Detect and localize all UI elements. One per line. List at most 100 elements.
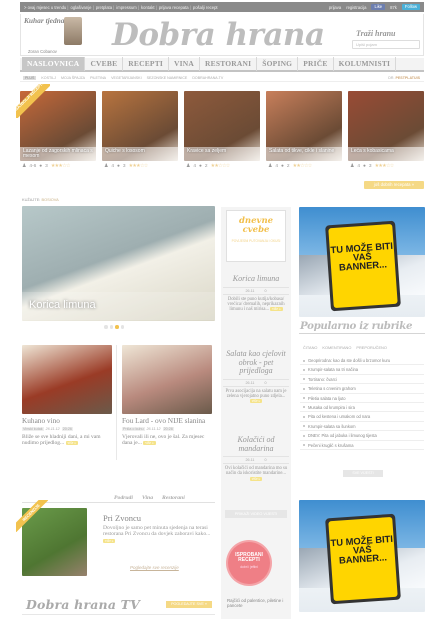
list-item[interactable]: Krumpir-salata na tri načina [300, 365, 424, 375]
like-button[interactable]: Like [371, 4, 386, 10]
recipe-title[interactable]: Salata od tikve, cikle i slanine [266, 147, 342, 161]
tv-section-title[interactable]: Dobra hrana TV [26, 597, 140, 612]
article-title[interactable]: Kuhano vino [22, 417, 112, 425]
article-excerpt-text: Bliže se sve hladniji dani, a mi vam nud… [22, 433, 101, 446]
recipe-card[interactable]: Leća s kobasicama ♟ 4 ● 3 ★★★☆☆ [348, 91, 424, 175]
review-title[interactable]: Pri Zvoncu [103, 513, 141, 523]
top-link[interactable]: prijava recepata [159, 5, 191, 10]
list-item[interactable]: DNEV: Pita od jabuka i limunog tijesta [300, 431, 424, 441]
more-link[interactable]: više » [65, 440, 79, 445]
tab-komentirano[interactable]: KOMENTIRANO [322, 345, 351, 350]
daily-cvebe-widget[interactable]: dnevne cvebe POVIJESNI PUTOVANJA I OKUSI [226, 210, 286, 262]
nav-item-vina[interactable]: VINA [169, 57, 200, 71]
slider-caption[interactable]: Korica limuna [22, 292, 215, 320]
all-reviews-link[interactable]: Pogledajte sve recenzije [130, 565, 179, 570]
nav-item-cvebe[interactable]: CVEBE [85, 57, 124, 71]
more-link[interactable]: više » [249, 399, 263, 404]
slider-dot[interactable] [104, 325, 108, 329]
article-tag[interactable]: Vinski kutak [22, 426, 44, 431]
recipe-card[interactable]: Kravice sa zeljem ♟ 4 ● 2 ★★☆☆☆ [184, 91, 260, 175]
more-link[interactable]: više » [270, 307, 283, 312]
breadcrumb-value[interactable]: BOSIOVA [41, 197, 58, 202]
subnav-item[interactable]: MOJA ŠPAJZA [61, 76, 85, 80]
more-recipes-button[interactable]: još dobrih recepata » [364, 181, 424, 189]
more-link[interactable]: više » [143, 440, 156, 445]
review-text: Dovoljno je samo pet minuta sjedenja na … [103, 525, 213, 544]
tested-recipes-badge[interactable]: ISPROBANI RECEPTI [228, 542, 270, 584]
register-link[interactable]: registracija [346, 5, 366, 10]
login-link[interactable]: prijava [329, 5, 341, 10]
list-item[interactable]: Pita od kestena i umakom od nara [300, 412, 424, 422]
ad-banner[interactable]: TU MOŽE BITI VAŠ BANNER... [299, 207, 425, 317]
cvebe-title: dnevne cvebe [238, 216, 274, 235]
recipe-title[interactable]: Leća s kobasicama [348, 147, 424, 161]
news-title[interactable]: Kolačići od mandarina [223, 435, 289, 453]
top-link[interactable]: impressum [116, 5, 139, 10]
subnav-item[interactable]: DOBRAHRANA.TV [192, 76, 223, 80]
mid-bullet-link[interactable]: Rajčići od palentice, piletine i pancete [227, 598, 289, 608]
nav-item-recepti[interactable]: RECEPTI [123, 57, 170, 71]
search-input[interactable]: Upiši pojam [352, 40, 420, 49]
subnav-item[interactable]: VEGETARIJANSKI [111, 76, 142, 80]
top-link[interactable]: oglašivanje [71, 5, 94, 10]
nav-item-soping[interactable]: ŠOPING [257, 57, 299, 71]
news-card[interactable]: Korica limuna 26.11 0 Dobili ste puno kut… [223, 274, 289, 313]
top-link[interactable]: kontakt [141, 5, 157, 10]
top-link[interactable]: > ovaj mjesec u trendu [24, 5, 69, 10]
list-item[interactable]: Pečeni kruglić s krušama [300, 441, 424, 450]
tab-restorani[interactable]: Restorani [162, 495, 185, 501]
news-comments: 0 [264, 458, 267, 462]
nav-item-restorani[interactable]: RESTORANI [200, 57, 258, 71]
top-link[interactable]: pošalji recept [193, 5, 218, 10]
news-title[interactable]: Salata kao cjelovit obrok - pet prijedlo… [223, 349, 289, 376]
recipe-card[interactable]: Salata od tikve, cikle i slanine ♟ 4 ● 2 ★… [266, 91, 342, 175]
follow-button[interactable]: Follow [401, 4, 420, 10]
top-link[interactable]: pretplata [96, 5, 115, 10]
tv-all-button[interactable]: POGLEDAJTE SVE » [166, 601, 212, 608]
news-title[interactable]: Korica limuna [223, 274, 289, 284]
subnav-plus[interactable]: PLUS [23, 75, 37, 80]
subnav-item[interactable]: PILETINA [90, 76, 106, 80]
article-photo[interactable] [22, 345, 112, 414]
recipe-title[interactable]: Quiche s lososom [102, 147, 178, 161]
tab-citano[interactable]: ČITANO [303, 345, 317, 350]
slider-dot[interactable] [109, 325, 113, 329]
list-item[interactable]: Geoprirodna: kao da ste došli u brzomor … [300, 356, 424, 366]
more-link[interactable]: više » [103, 538, 116, 543]
all-news-button[interactable]: SVE VIJESTI [343, 470, 383, 477]
news-card[interactable]: Kolačići od mandarina 26.11 0 Ovi kolačić… [223, 435, 289, 482]
nav-item-kolumnisti[interactable]: KOLUMNISTI [334, 57, 397, 71]
recipe-card[interactable]: Quiche s lososom ♟ 4 ● 3 ★★★☆☆ [102, 91, 178, 175]
list-item[interactable]: Tortirano: čvarci [300, 375, 424, 385]
recipe-title[interactable]: Kravice sa zeljem [184, 147, 260, 161]
article-photo[interactable] [122, 345, 212, 414]
nav-item-price[interactable]: PRIČE [298, 57, 334, 71]
divider [299, 333, 425, 334]
list-item[interactable]: Piletia salata na ljuto [300, 394, 424, 403]
article-card[interactable]: Kuhano vino Vinski kutak 26.11.12 20:26 Bl… [22, 345, 112, 446]
subnav-item[interactable]: KOSTILJ [41, 76, 56, 80]
slider-dot[interactable] [120, 325, 124, 329]
list-item[interactable]: Krumpir-salata sa šunkom [300, 422, 424, 432]
list-item[interactable]: Musaka od krumpira i sira [300, 403, 424, 413]
recipe-level: 2 [286, 164, 290, 169]
tab-podrudi[interactable]: Podrudi [114, 495, 133, 501]
subnav-item[interactable]: SEZONSKE NAMIRNICE [147, 76, 188, 80]
recipe-title[interactable]: Lazanje od zagorskih mlinaca s mesom [20, 147, 96, 161]
slider-dot-active[interactable] [115, 325, 119, 329]
video-news-button[interactable]: PRIKAŽI VIDEO VIJESTI [225, 510, 287, 518]
chef-name[interactable]: Zoran Cobanov [28, 49, 57, 54]
article-tag[interactable]: Priča o kuhu [122, 426, 145, 431]
nav-item-naslovnica[interactable]: NASLOVNICA [22, 57, 86, 71]
article-card[interactable]: Fou Lard - ovo NIJE slanina Priča o kuhu… [122, 345, 212, 446]
site-logo[interactable]: Dobra hrana [112, 18, 325, 52]
subnav-dr[interactable]: DR. PESTPLATUIS [388, 76, 420, 80]
list-item[interactable]: Teletina s crvenim grahom [300, 384, 424, 394]
chef-photo[interactable] [64, 17, 82, 45]
ad-banner[interactable]: TU MOŽE BITI VAŠ BANNER... [299, 500, 425, 612]
tab-preporuceno[interactable]: PREPORUČENO [356, 345, 386, 350]
more-link[interactable]: više » [249, 476, 263, 481]
tab-vina[interactable]: Vina [142, 495, 153, 501]
news-card[interactable]: Salata kao cjelovit obrok - pet prijedlo… [223, 349, 289, 405]
article-title[interactable]: Fou Lard - ovo NIJE slanina [122, 417, 212, 425]
